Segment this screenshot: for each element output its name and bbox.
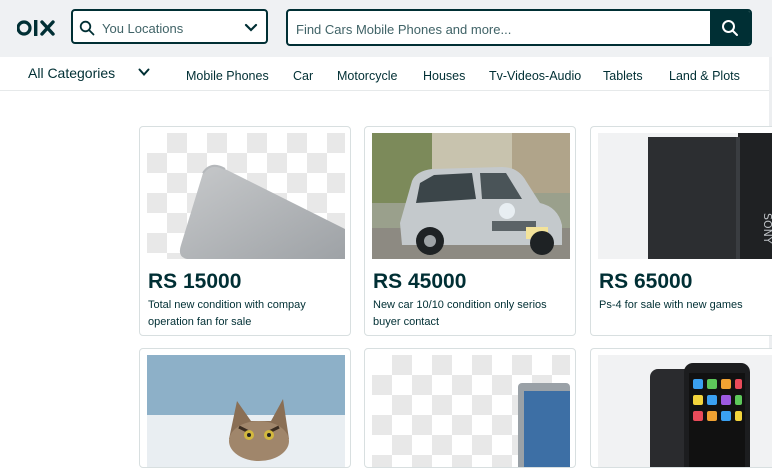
- location-placeholder: You Locations: [102, 21, 184, 36]
- location-selector[interactable]: You Locations: [71, 9, 268, 44]
- search-icon: [79, 20, 95, 36]
- listing-description: Total new condition with compay operatio…: [148, 299, 306, 328]
- listing-description: Ps-4 for sale with new games: [599, 299, 743, 311]
- olx-logo[interactable]: [17, 17, 57, 39]
- listing-price: RS 45000: [373, 270, 467, 293]
- listing-price: RS 65000: [599, 270, 693, 293]
- all-categories-button[interactable]: All Categories: [28, 65, 115, 81]
- svg-text:SONY: SONY: [761, 213, 772, 244]
- listing-price: RS 15000: [148, 270, 242, 293]
- nav-link-tv-videos-audio[interactable]: Tv-Videos-Audio: [489, 69, 581, 83]
- listing-card[interactable]: [590, 348, 772, 468]
- listing-image: [372, 355, 570, 467]
- chevron-down-icon[interactable]: [244, 23, 258, 33]
- listing-image: [598, 355, 772, 467]
- category-nav: All Categories Mobile Phones Car Motorcy…: [0, 57, 772, 91]
- chevron-down-icon[interactable]: [138, 68, 150, 77]
- nav-link-tablets[interactable]: Tablets: [603, 69, 643, 83]
- listing-description: New car 10/10 condition only serios buye…: [373, 299, 547, 328]
- nav-link-mobile-phones[interactable]: Mobile Phones: [186, 69, 269, 83]
- nav-link-motorcycle[interactable]: Motorcycle: [337, 69, 397, 83]
- nav-link-houses[interactable]: Houses: [423, 69, 465, 83]
- listing-card[interactable]: SONY RS 65000 Ps-4 for sale with new gam…: [590, 126, 772, 336]
- listing-card[interactable]: [364, 348, 576, 468]
- search-icon: [722, 20, 738, 36]
- nav-link-car[interactable]: Car: [293, 69, 313, 83]
- listing-image: [372, 133, 570, 259]
- search-input[interactable]: Find Cars Mobile Phones and more...: [296, 22, 511, 37]
- listing-image: [147, 355, 345, 467]
- listing-card[interactable]: [139, 348, 351, 468]
- nav-link-land-plots[interactable]: Land & Plots: [669, 69, 740, 83]
- search-button[interactable]: [710, 11, 750, 44]
- listing-image: [147, 133, 345, 259]
- search-bar[interactable]: Find Cars Mobile Phones and more...: [286, 9, 752, 46]
- listing-image: SONY: [598, 133, 772, 259]
- listing-card[interactable]: RS 45000 New car 10/10 condition only se…: [364, 126, 576, 336]
- listing-card[interactable]: RS 15000 Total new condition with compay…: [139, 126, 351, 336]
- header: You Locations Find Cars Mobile Phones an…: [0, 0, 772, 57]
